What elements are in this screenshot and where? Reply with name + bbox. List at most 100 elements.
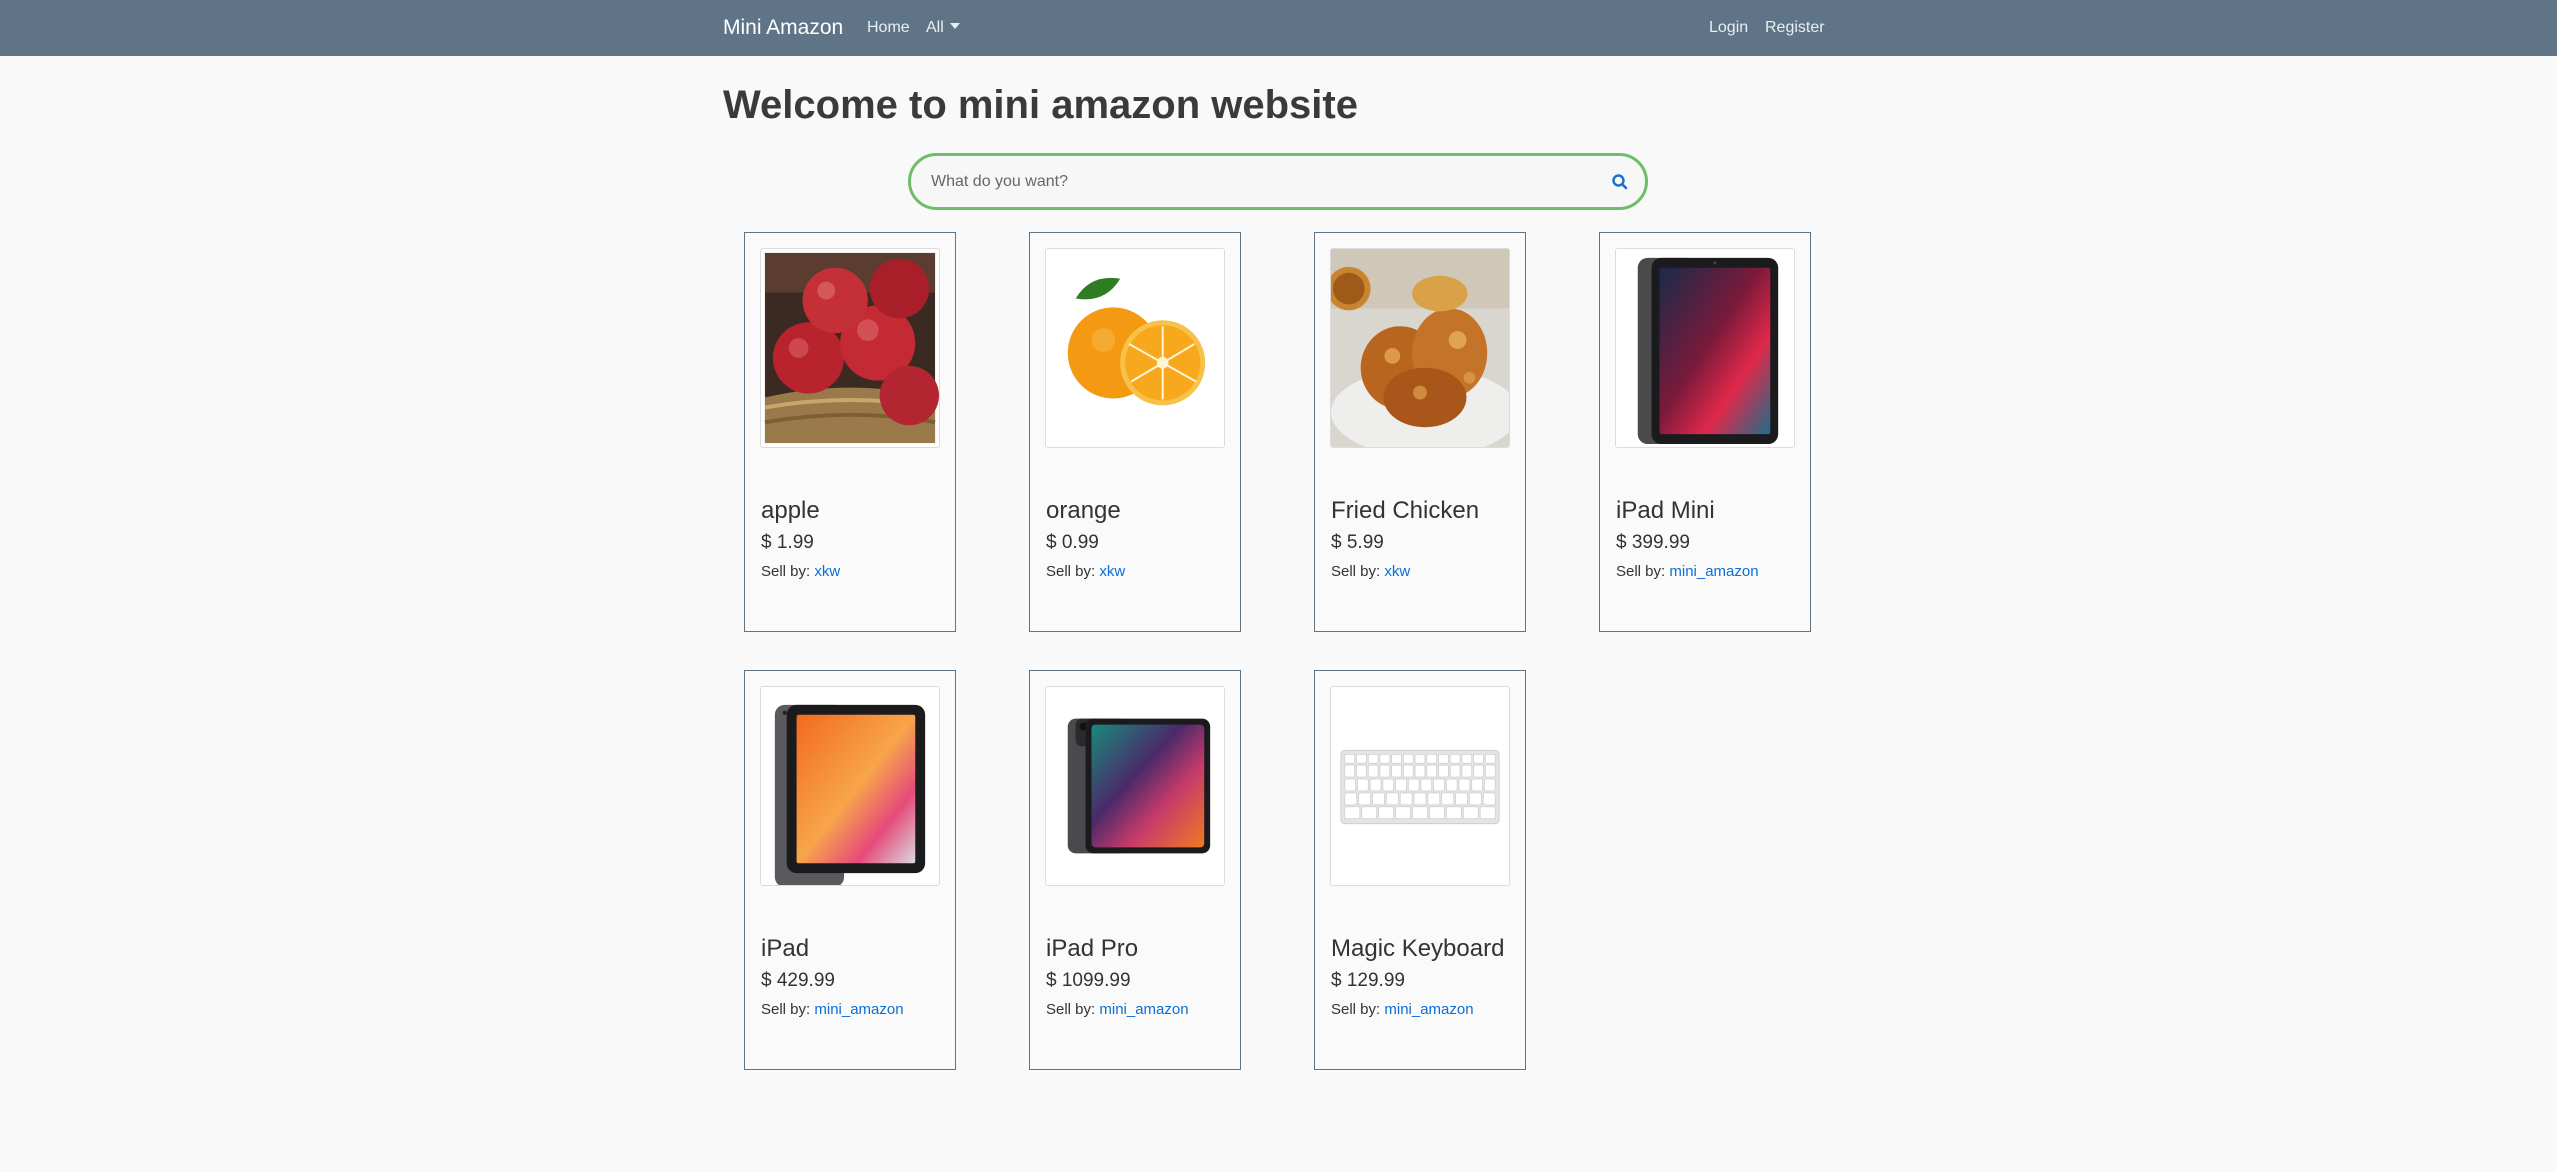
product-name[interactable]: iPad <box>761 934 809 964</box>
keyboard-key <box>1356 754 1367 764</box>
search-input[interactable] <box>931 169 1571 195</box>
brand-link[interactable]: Mini Amazon <box>723 14 843 42</box>
product-card[interactable]: apple $ 1.99 Sell by: xkw <box>744 232 956 632</box>
nav-home-link[interactable]: Home <box>867 16 910 40</box>
seller-link[interactable]: mini_amazon <box>814 1001 903 1018</box>
page-title: Welcome to mini amazon website <box>723 83 1358 127</box>
sell-by-label: Sell by: <box>1616 563 1666 580</box>
seller-link[interactable]: xkw <box>1384 563 1410 580</box>
keyboard-key <box>1461 764 1473 778</box>
seller-link[interactable]: mini_amazon <box>1099 1001 1188 1018</box>
keyboard-key <box>1449 754 1461 764</box>
keyboard-key <box>1446 778 1458 792</box>
seller-link[interactable]: xkw <box>814 563 840 580</box>
product-price: $ 399.99 <box>1616 532 1690 553</box>
product-price: $ 1.99 <box>761 532 814 553</box>
search-icon[interactable] <box>1609 171 1631 193</box>
navbar: Mini Amazon Home All Login Register <box>0 0 2557 56</box>
product-card[interactable]: iPad Mini $ 399.99 Sell by: mini_amazon <box>1599 232 1811 632</box>
search-box <box>908 153 1648 210</box>
product-name[interactable]: orange <box>1046 496 1121 526</box>
product-image[interactable] <box>1330 686 1510 886</box>
sell-by-label: Sell by: <box>1331 563 1381 580</box>
sell-by-label: Sell by: <box>1046 1001 1096 1018</box>
keyboard-key <box>1344 806 1361 819</box>
ipad-pro-photo <box>1046 687 1224 885</box>
keyboard-key <box>1469 792 1482 806</box>
product-name[interactable]: Fried Chicken <box>1331 496 1479 526</box>
keyboard-key <box>1382 778 1394 792</box>
sell-by-label: Sell by: <box>761 1001 811 1018</box>
product-card[interactable]: iPad $ 429.99 Sell by: mini_amazon <box>744 670 956 1070</box>
keyboard-key <box>1485 754 1496 764</box>
keyboard-key <box>1412 806 1428 819</box>
product-image[interactable] <box>760 686 940 886</box>
keyboard-key <box>1403 764 1414 778</box>
keyboard-key <box>1344 754 1355 764</box>
keyboard-key <box>1441 792 1454 806</box>
product-price: $ 429.99 <box>761 970 835 991</box>
sell-by-label: Sell by: <box>761 563 811 580</box>
keyboard-key <box>1449 764 1461 778</box>
nav-all-dropdown[interactable]: All <box>926 16 960 40</box>
product-image[interactable] <box>1615 248 1795 448</box>
sell-by-label: Sell by: <box>1046 563 1096 580</box>
product-card[interactable]: Magic Keyboard $ 129.99 Sell by: mini_am… <box>1314 670 1526 1070</box>
keyboard-key <box>1484 778 1496 792</box>
product-image[interactable] <box>760 248 940 448</box>
keyboard-key <box>1391 754 1402 764</box>
product-card[interactable]: Fried Chicken $ 5.99 Sell by: xkw <box>1314 232 1526 632</box>
keyboard-key <box>1357 778 1369 792</box>
seller-link[interactable]: xkw <box>1099 563 1125 580</box>
ipad-mini-photo <box>1616 249 1794 447</box>
seller-info: Sell by: mini_amazon <box>761 1000 904 1020</box>
register-link[interactable]: Register <box>1765 16 1825 40</box>
keyboard-key <box>1369 778 1382 792</box>
keyboard-key <box>1458 778 1471 792</box>
product-name[interactable]: Magic Keyboard <box>1331 934 1504 964</box>
keyboard-key <box>1399 792 1413 806</box>
product-card[interactable]: orange $ 0.99 Sell by: xkw <box>1029 232 1241 632</box>
keyboard-key <box>1372 792 1385 806</box>
keyboard-key <box>1438 764 1449 778</box>
product-name[interactable]: apple <box>761 496 820 526</box>
seller-info: Sell by: mini_amazon <box>1616 562 1759 582</box>
sell-by-label: Sell by: <box>1331 1001 1381 1018</box>
keyboard-key <box>1344 764 1355 778</box>
keyboard-key <box>1413 792 1427 806</box>
keyboard-key <box>1429 806 1445 819</box>
keyboard-key <box>1386 792 1399 806</box>
keyboard-key <box>1446 806 1462 819</box>
seller-link[interactable]: mini_amazon <box>1669 563 1758 580</box>
product-image[interactable] <box>1330 248 1510 448</box>
product-image[interactable] <box>1045 686 1225 886</box>
keyboard-key <box>1420 778 1432 792</box>
seller-info: Sell by: mini_amazon <box>1331 1000 1474 1020</box>
keyboard-key <box>1426 764 1437 778</box>
keyboard-key <box>1344 778 1356 792</box>
product-image[interactable] <box>1045 248 1225 448</box>
nav-all-label: All <box>926 19 944 36</box>
ipad-photo <box>761 687 939 885</box>
seller-info: Sell by: xkw <box>1331 562 1410 582</box>
seller-info: Sell by: mini_amazon <box>1046 1000 1189 1020</box>
product-price: $ 5.99 <box>1331 532 1384 553</box>
product-price: $ 0.99 <box>1046 532 1099 553</box>
keyboard-key <box>1379 754 1391 764</box>
apple-photo <box>764 252 939 444</box>
keyboard-key <box>1395 778 1407 792</box>
product-card[interactable]: iPad Pro $ 1099.99 Sell by: mini_amazon <box>1029 670 1241 1070</box>
seller-link[interactable]: mini_amazon <box>1384 1001 1473 1018</box>
keyboard-key <box>1462 806 1479 819</box>
keyboard-key <box>1426 754 1437 764</box>
product-name[interactable]: iPad Pro <box>1046 934 1138 964</box>
seller-info: Sell by: xkw <box>761 562 840 582</box>
keyboard-key <box>1414 764 1426 778</box>
keyboard-key <box>1482 792 1496 806</box>
product-name[interactable]: iPad Mini <box>1616 496 1715 526</box>
keyboard-key <box>1361 806 1378 819</box>
keyboard-key <box>1427 792 1441 806</box>
keyboard-key <box>1367 764 1379 778</box>
login-link[interactable]: Login <box>1709 16 1748 40</box>
product-price: $ 1099.99 <box>1046 970 1131 991</box>
